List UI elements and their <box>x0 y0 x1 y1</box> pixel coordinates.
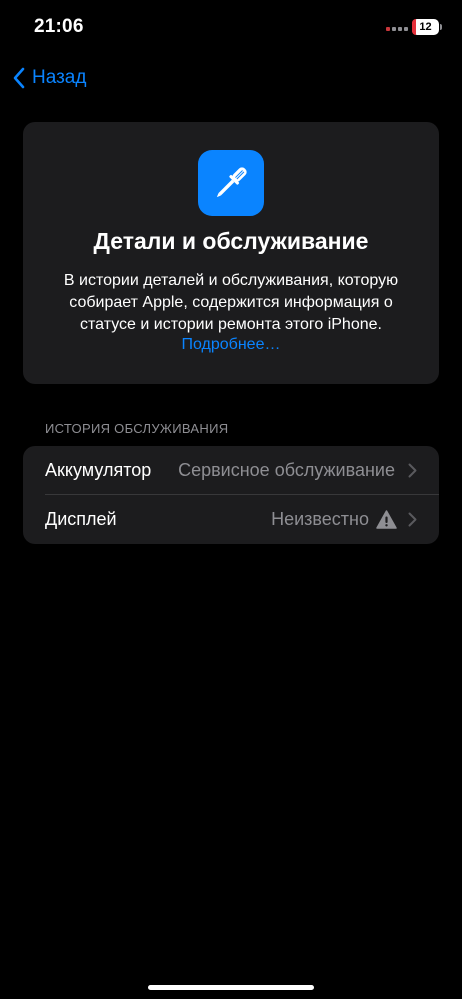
screen: 21:06 12 Назад Детали и обслуживание В и… <box>0 0 462 999</box>
screwdriver-icon <box>198 150 264 216</box>
cellular-signal-icon <box>386 27 408 31</box>
service-history-header: ИСТОРИЯ ОБСЛУЖИВАНИЯ <box>45 421 229 436</box>
battery-level: 12 <box>419 21 432 33</box>
home-indicator[interactable] <box>148 985 314 990</box>
chevron-right-icon <box>408 512 417 527</box>
display-row[interactable]: Дисплей Неизвестно <box>23 495 439 544</box>
warning-icon <box>376 510 397 529</box>
battery-icon: 12 <box>412 19 439 35</box>
battery-tip <box>440 24 442 30</box>
chevron-right-icon <box>408 463 417 478</box>
service-history-list: Аккумулятор Сервисное обслуживание Диспл… <box>23 446 439 544</box>
parts-service-info-card: Детали и обслуживание В истории деталей … <box>23 122 439 384</box>
chevron-left-icon <box>13 67 25 89</box>
battery-row-value: Сервисное обслуживание <box>178 460 395 480</box>
display-row-value: Неизвестно <box>271 509 369 529</box>
display-row-label: Дисплей <box>45 509 117 529</box>
back-button-label: Назад <box>32 67 87 88</box>
battery-row-label: Аккумулятор <box>45 460 152 480</box>
status-time: 21:06 <box>34 16 84 37</box>
status-bar: 21:06 12 <box>0 0 462 54</box>
battery-row[interactable]: Аккумулятор Сервисное обслуживание <box>23 446 439 495</box>
back-button[interactable]: Назад <box>12 64 86 92</box>
card-description: В истории деталей и обслуживания, котору… <box>63 272 399 333</box>
card-title: Детали и обслуживание <box>93 228 369 254</box>
battery-level-fill <box>412 19 416 35</box>
learn-more-link[interactable]: Подробнее… <box>23 336 439 354</box>
